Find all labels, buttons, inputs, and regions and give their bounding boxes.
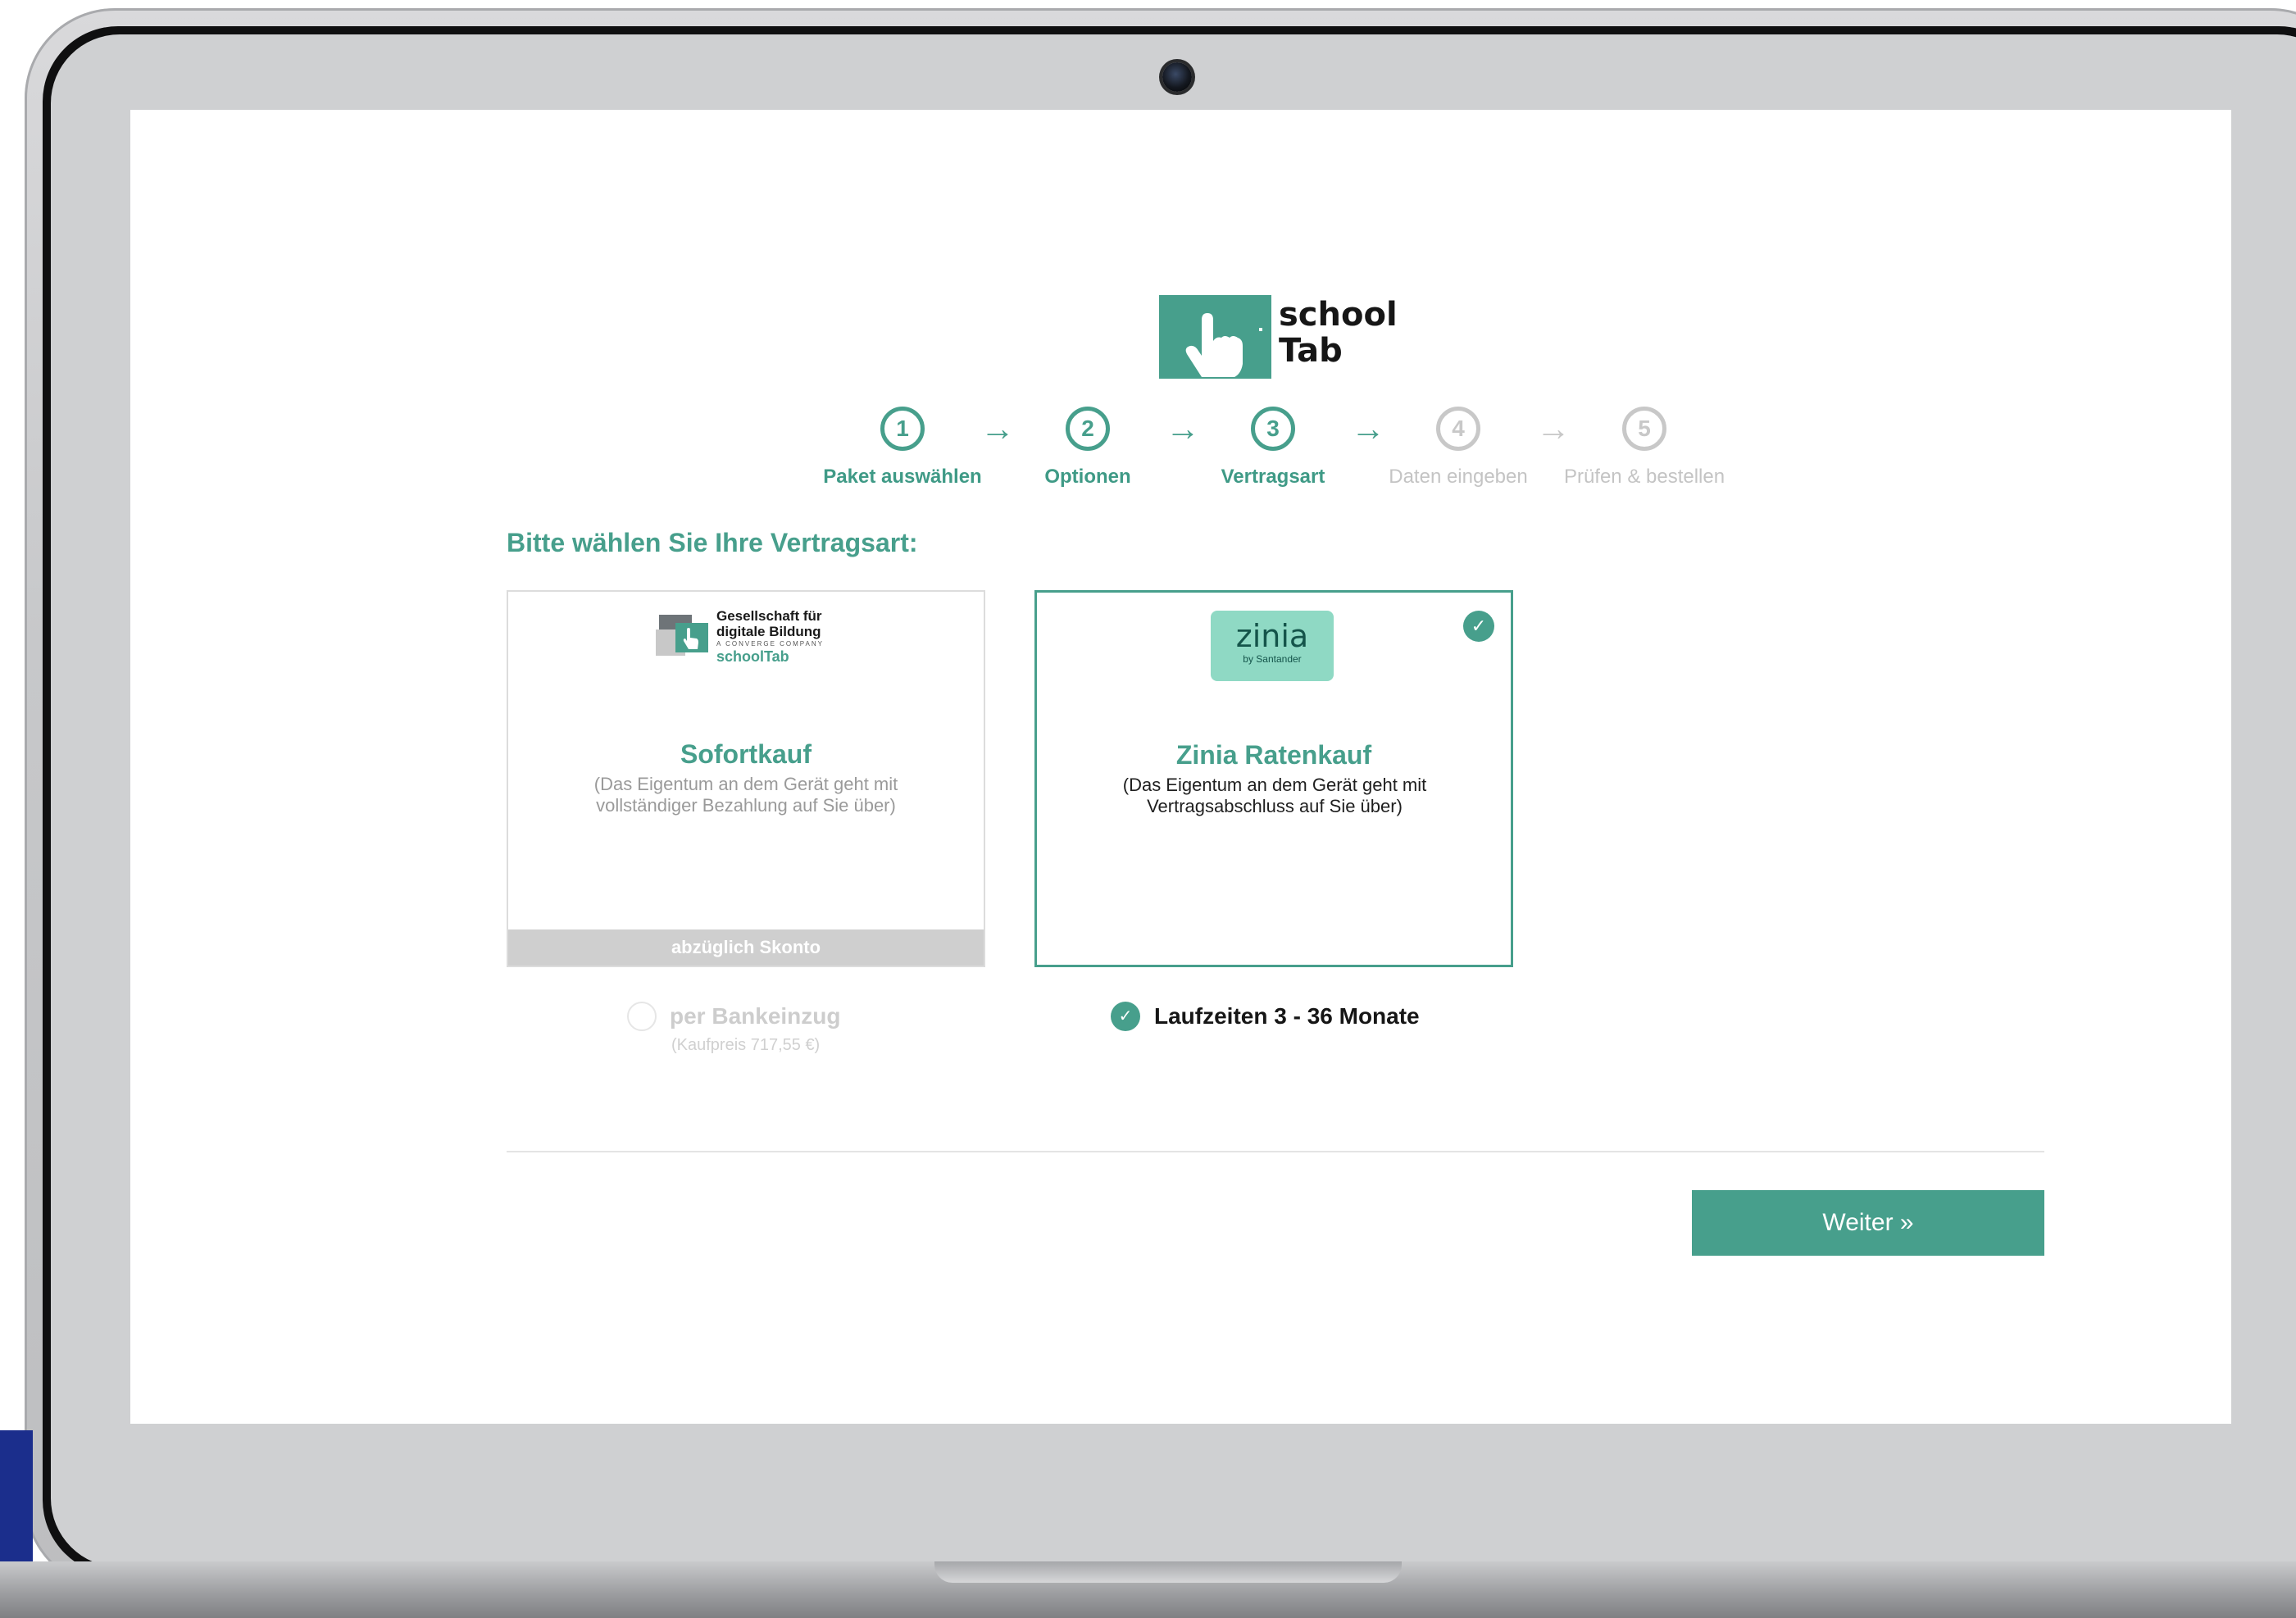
logo-text: school Tab [1279, 297, 1398, 369]
page-headline: Bitte wählen Sie Ihre Vertragsart: [507, 528, 918, 557]
card-desc-line-1: (Das Eigentum an dem Gerät geht mit [1122, 775, 1427, 795]
bankeinzug-radio[interactable] [627, 1002, 657, 1031]
check-icon[interactable]: ✓ [1111, 1002, 1140, 1031]
progress-stepper: 1 Paket auswählen → 2 Optionen → 3 Vertr… [130, 407, 2231, 505]
camera-icon [1162, 62, 1192, 92]
step-3-number: 3 [1251, 407, 1295, 451]
gfdb-line-4: schoolTab [716, 648, 789, 665]
gfdb-line-1: Gesellschaft für [716, 608, 822, 624]
step-2-label: Optionen [1044, 466, 1131, 488]
card-title: Sofortkauf [680, 739, 812, 769]
step-4-label: Daten eingeben [1389, 466, 1528, 488]
card-title: Zinia Ratenkauf [1175, 740, 1372, 770]
divider [507, 1151, 2044, 1152]
laufzeiten-label[interactable]: Laufzeiten 3 - 36 Monate [1154, 1003, 1420, 1029]
gfdb-logo-icon [656, 615, 708, 656]
logo-line-1: school [1279, 296, 1398, 334]
step-1-label: Paket auswählen [823, 466, 982, 488]
step-3[interactable]: 3 Vertragsart [1175, 407, 1371, 489]
contract-card-zinia[interactable]: zinia by Santander ✓ Zinia Ratenkauf (Da… [1034, 590, 1513, 967]
step-4: 4 Daten eingeben [1360, 407, 1557, 489]
card-desc-line-2: vollständiger Bezahlung auf Sie über) [596, 795, 896, 816]
gfdb-logo: Gesellschaft für digitale Bildung A CONV… [656, 608, 844, 666]
zinia-logo-word: zinia [1235, 618, 1309, 654]
step-4-number: 4 [1436, 407, 1480, 451]
card-desc-line-1: (Das Eigentum an dem Gerät geht mit [593, 774, 898, 794]
hand-pointer-icon [1159, 295, 1271, 379]
check-icon: ✓ [1463, 611, 1494, 642]
background-decoration [0, 1430, 33, 1570]
zinia-logo-sub: by Santander [1243, 653, 1302, 665]
card-desc-line-2: Vertragsabschluss auf Sie über) [1147, 796, 1403, 816]
step-1-number: 1 [880, 407, 925, 451]
step-1[interactable]: 1 Paket auswählen [804, 407, 1001, 489]
step-2-number: 2 [1066, 407, 1110, 451]
card-footer: abzüglich Skonto [508, 929, 984, 966]
screen: school Tab 1 Paket auswählen → 2 Optione… [130, 110, 2231, 1424]
card-description: (Das Eigentum an dem Gerät geht mit Vert… [1086, 775, 1463, 817]
next-button[interactable]: Weiter » [1692, 1190, 2044, 1256]
schooltab-logo: school Tab [1159, 295, 1430, 379]
card-description: (Das Eigentum an dem Gerät geht mit voll… [557, 774, 934, 816]
step-5-number: 5 [1622, 407, 1666, 451]
bankeinzug-price: (Kaufpreis 717,55 €) [671, 1036, 821, 1054]
gfdb-logo-text: Gesellschaft für digitale Bildung A CONV… [716, 608, 824, 665]
step-5: 5 Prüfen & bestellen [1546, 407, 1743, 489]
step-3-label: Vertragsart [1221, 466, 1325, 488]
bankeinzug-label[interactable]: per Bankeinzug [670, 1003, 840, 1029]
contract-card-sofortkauf[interactable]: Gesellschaft für digitale Bildung A CONV… [507, 590, 985, 967]
gfdb-line-2: digitale Bildung [716, 624, 821, 639]
step-2[interactable]: 2 Optionen [989, 407, 1186, 489]
step-5-label: Prüfen & bestellen [1563, 466, 1725, 488]
zinia-logo: zinia by Santander [1211, 611, 1334, 681]
laptop-notch [934, 1561, 1402, 1583]
logo-line-2: Tab [1279, 332, 1343, 370]
